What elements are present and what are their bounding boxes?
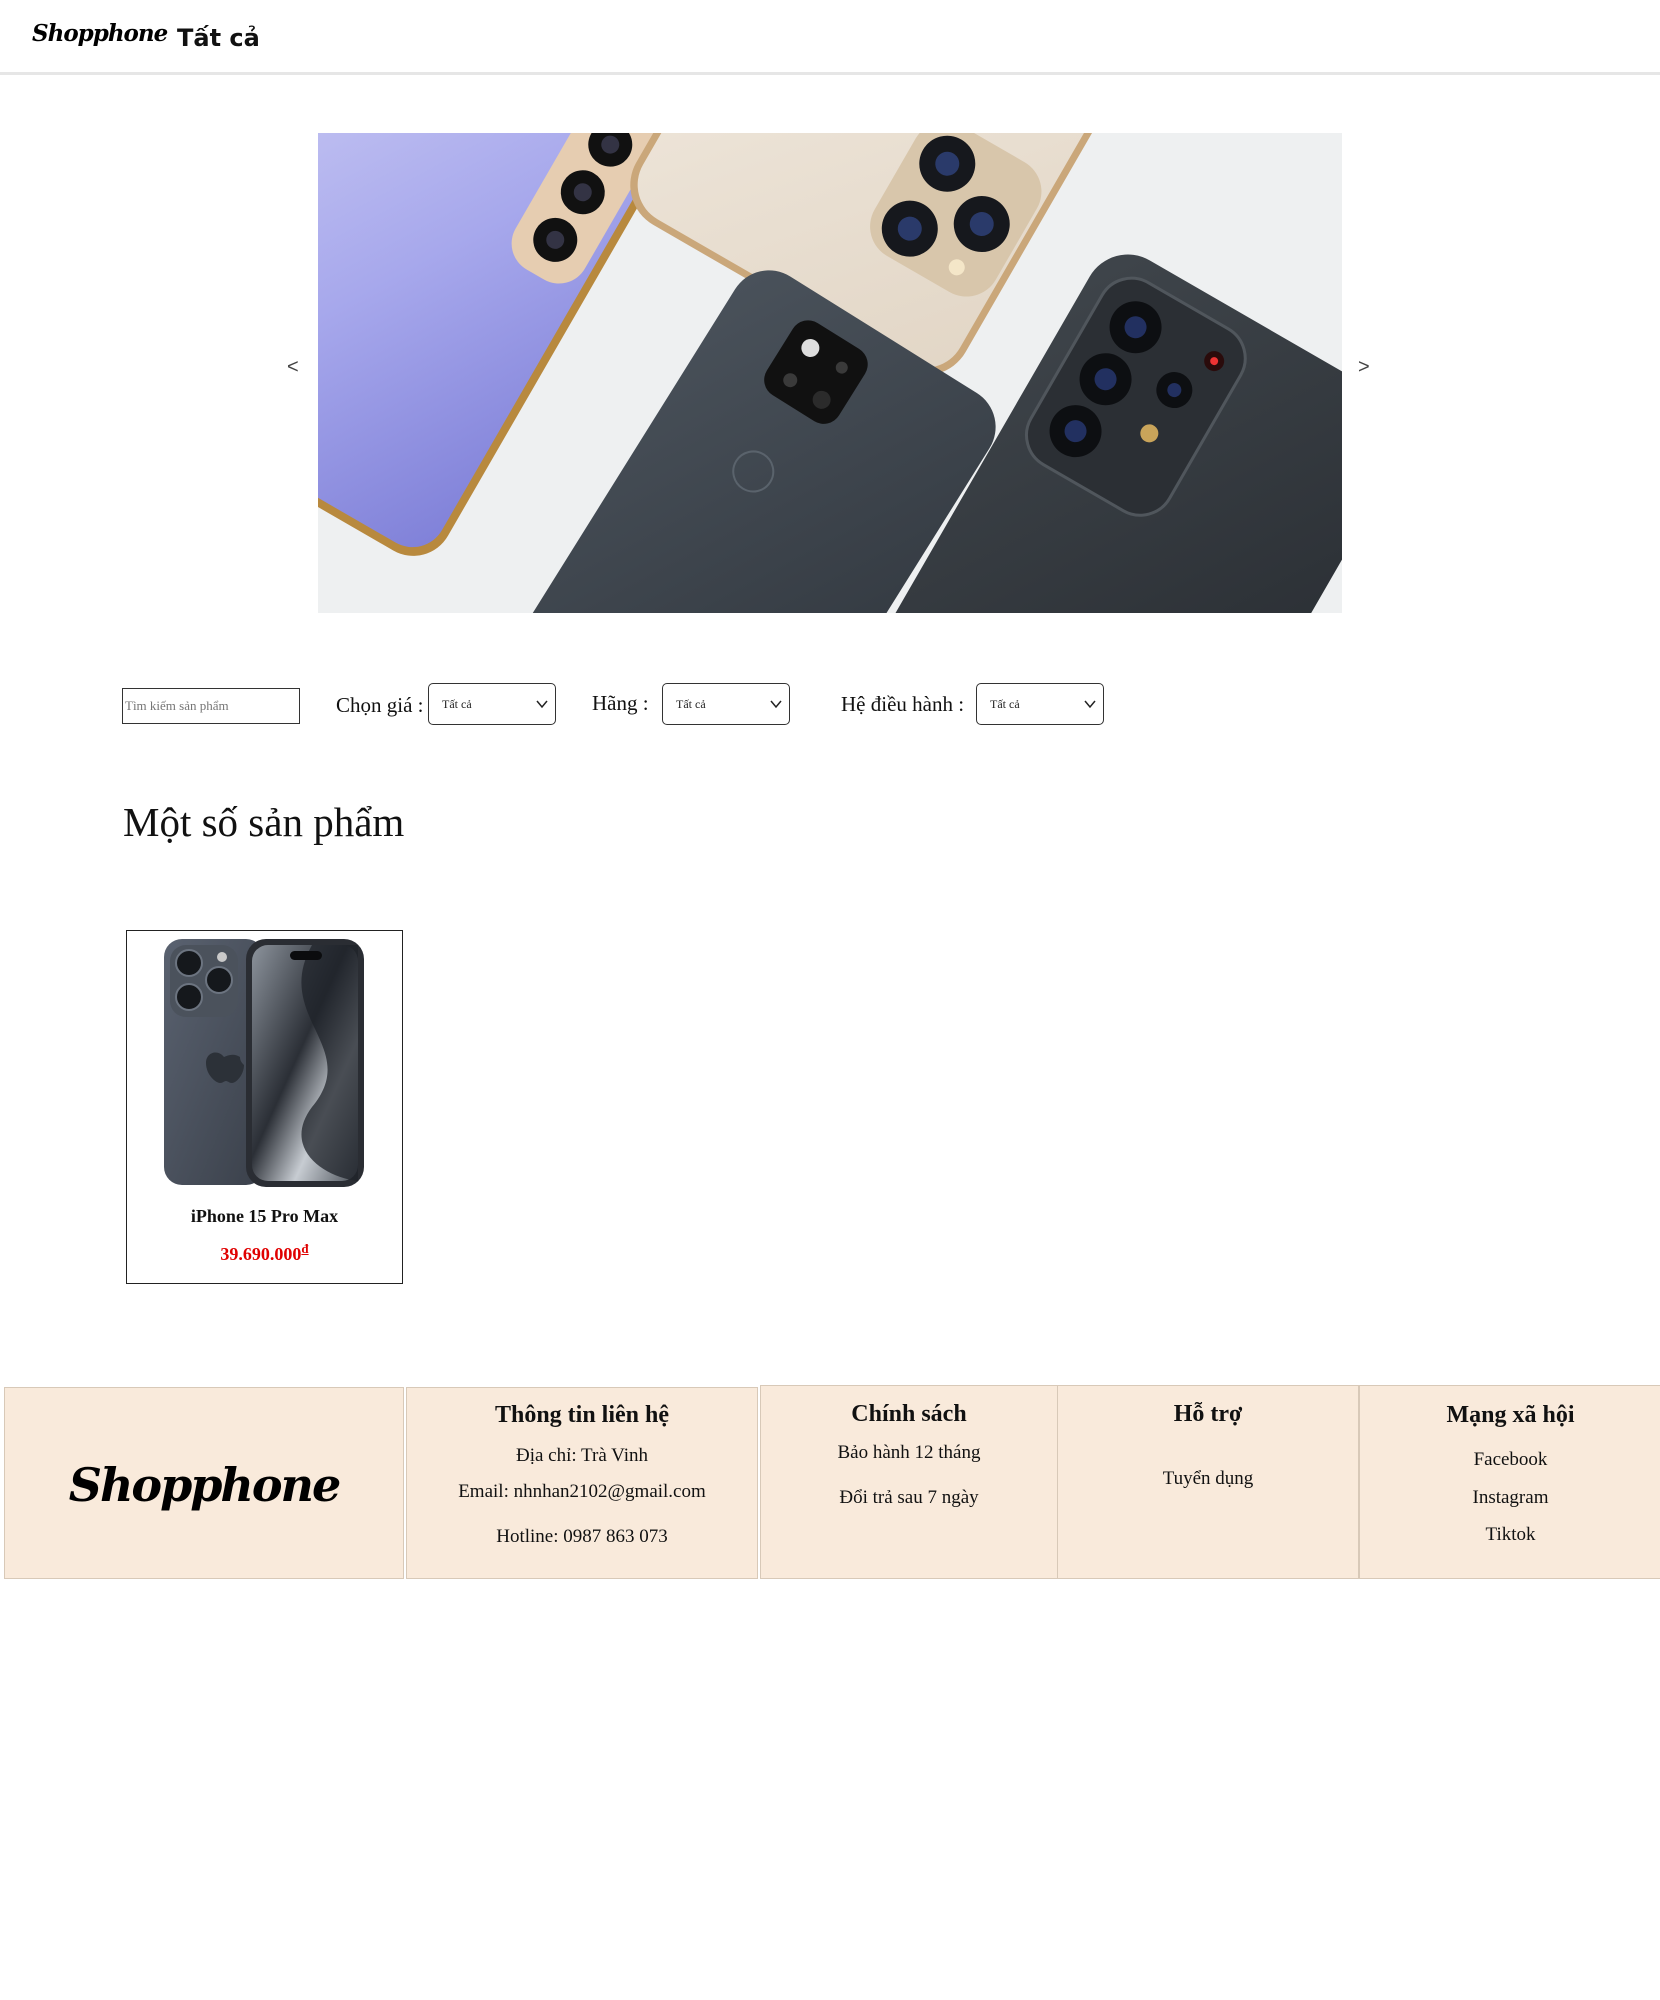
- footer-social-column: Mạng xã hội Facebook Instagram Tiktok: [1359, 1385, 1660, 1579]
- product-card[interactable]: iPhone 15 Pro Max 39.690.000đ: [126, 930, 403, 1284]
- chevron-down-icon: [1083, 697, 1097, 715]
- chevron-down-icon: [769, 697, 783, 715]
- chevron-down-icon: [535, 697, 549, 715]
- footer-support-column: Hỗ trợ Tuyển dụng: [1057, 1385, 1359, 1579]
- product-name[interactable]: iPhone 15 Pro Max: [127, 1206, 402, 1227]
- footer-support-title: Hỗ trợ: [1173, 1401, 1243, 1427]
- footer-address: Địa chỉ: Trà Vinh: [515, 1445, 649, 1466]
- footer-social-title: Mạng xã hội: [1446, 1402, 1575, 1428]
- footer-contact-column: Thông tin liên hệ Địa chỉ: Trà Vinh Emai…: [406, 1387, 758, 1579]
- site-header: Shopphone Tất cả: [0, 0, 1660, 75]
- footer-facebook-link[interactable]: Facebook: [1360, 1449, 1660, 1471]
- footer-hotline: Hotline: 0987 863 073: [496, 1526, 668, 1547]
- brand-select-value: Tất cả: [676, 697, 706, 711]
- banner-image: [318, 133, 1342, 613]
- product-price-currency: đ: [301, 1241, 309, 1256]
- footer-email: Email: nhnhan2102@gmail.com: [458, 1481, 706, 1502]
- banner-next-button[interactable]: >: [1358, 356, 1370, 379]
- smartphones-banner-image: [318, 133, 1342, 613]
- price-select-value: Tất cả: [442, 697, 472, 711]
- footer-policy-column: Chính sách Bảo hành 12 tháng Đổi trả sau…: [760, 1385, 1058, 1579]
- footer-instagram-link[interactable]: Instagram: [1360, 1487, 1660, 1509]
- footer-logo[interactable]: Shopphone: [5, 1458, 403, 1512]
- products-section-title: Một số sản phẩm: [123, 799, 405, 845]
- footer-policy-title: Chính sách: [851, 1401, 967, 1427]
- site-footer: Shopphone Thông tin liên hệ Địa chỉ: Trà…: [4, 1385, 1660, 1580]
- footer-contact-title: Thông tin liên hệ: [494, 1402, 670, 1428]
- iphone-product-image: [162, 937, 366, 1194]
- footer-jobs-link[interactable]: Tuyển dụng: [1058, 1468, 1358, 1490]
- footer-warranty-link[interactable]: Bảo hành 12 tháng: [761, 1442, 1057, 1464]
- brand-filter-label: Hãng :: [592, 691, 649, 715]
- price-filter-label: Chọn giá :: [336, 693, 424, 717]
- nav-all-link[interactable]: Tất cả: [177, 24, 260, 52]
- product-price: 39.690.000đ: [127, 1241, 402, 1265]
- brand-select[interactable]: Tất cả: [662, 683, 790, 725]
- product-price-value: 39.690.000: [220, 1244, 302, 1264]
- os-select-value: Tất cả: [990, 697, 1020, 711]
- footer-return-link[interactable]: Đổi trả sau 7 ngày: [761, 1487, 1057, 1509]
- search-input[interactable]: [122, 688, 300, 724]
- site-logo[interactable]: Shopphone: [32, 20, 168, 47]
- footer-logo-column: Shopphone: [4, 1387, 404, 1579]
- price-select[interactable]: Tất cả: [428, 683, 556, 725]
- os-select[interactable]: Tất cả: [976, 683, 1104, 725]
- os-filter-label: Hệ điều hành :: [841, 692, 965, 716]
- footer-tiktok-link[interactable]: Tiktok: [1360, 1524, 1660, 1546]
- banner-prev-button[interactable]: <: [287, 356, 299, 379]
